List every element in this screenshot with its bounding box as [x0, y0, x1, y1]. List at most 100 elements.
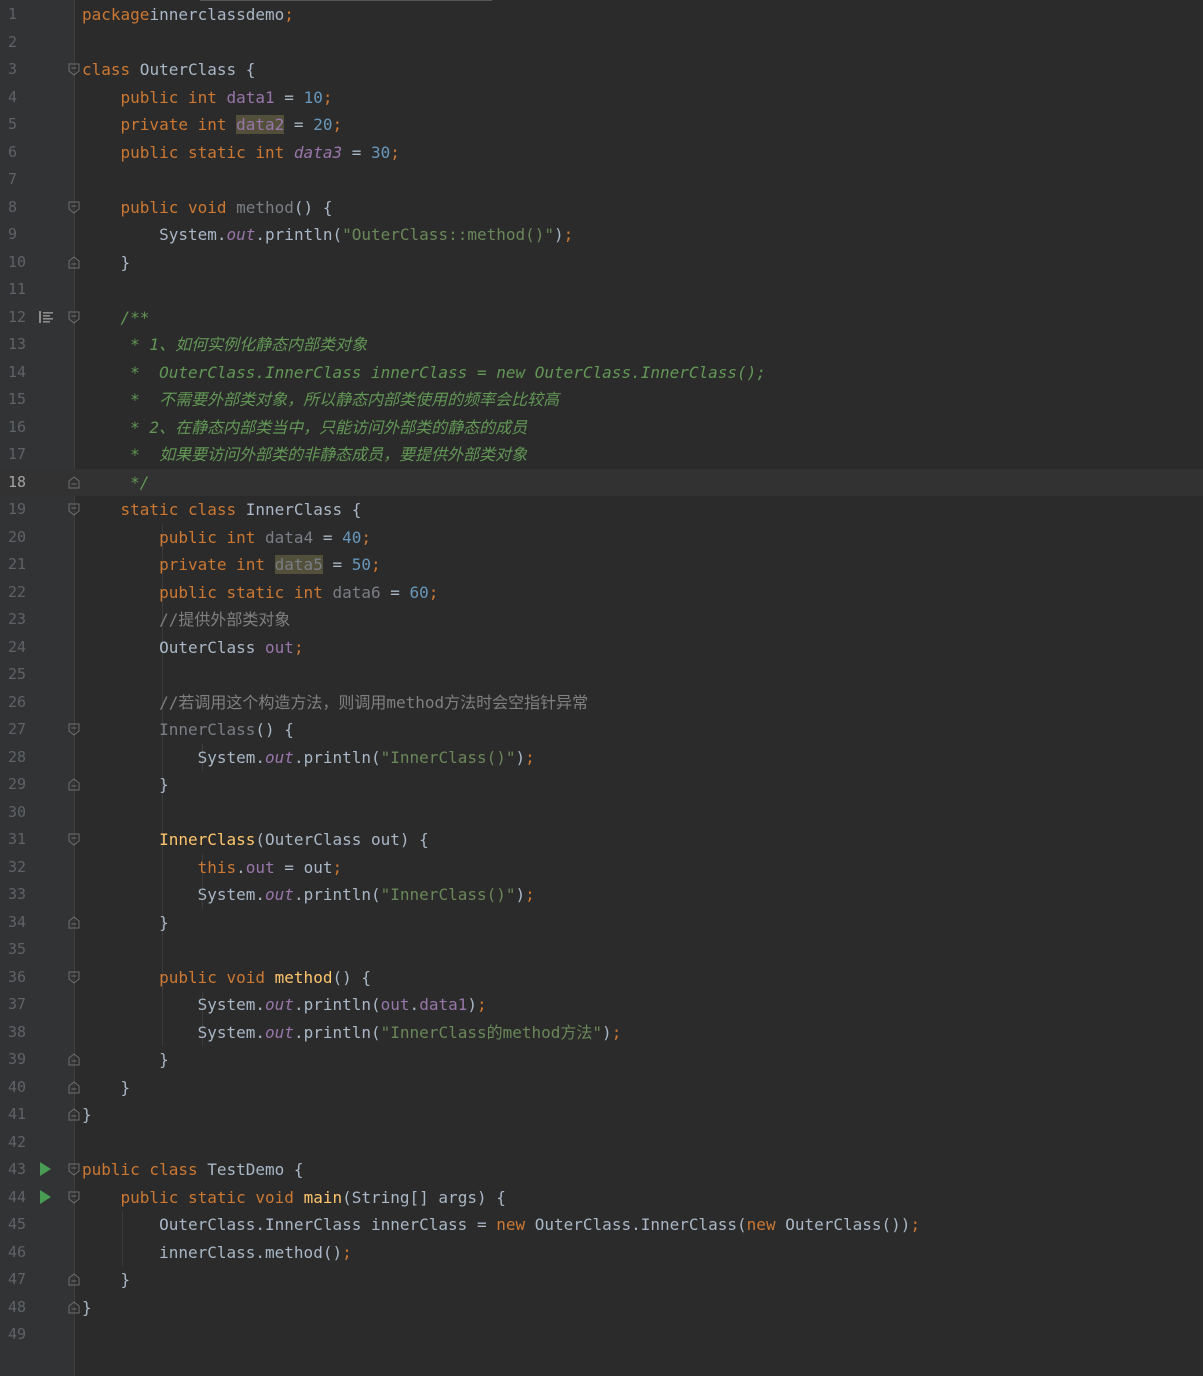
code-line[interactable]: 48} — [0, 1294, 1203, 1322]
code-text[interactable]: } — [82, 771, 169, 799]
line-number[interactable]: 17 — [8, 441, 32, 469]
code-line[interactable]: 45 OuterClass.InnerClass innerClass = ne… — [0, 1211, 1203, 1239]
code-text[interactable]: System.out.println("InnerClass()"); — [82, 881, 535, 909]
code-text[interactable]: System.out.println(out.data1); — [82, 991, 487, 1019]
code-line[interactable]: 24 OuterClass out; — [0, 634, 1203, 662]
code-text[interactable]: * 不需要外部类对象，所以静态内部类使用的频率会比较高 — [82, 386, 559, 414]
fold-end-icon[interactable] — [68, 1053, 80, 1066]
code-text[interactable]: } — [82, 1294, 92, 1322]
code-text[interactable]: } — [82, 1074, 131, 1102]
line-number[interactable]: 43 — [8, 1156, 32, 1184]
line-number[interactable]: 42 — [8, 1129, 32, 1157]
code-text[interactable]: public static int data6 = 60; — [82, 579, 438, 607]
code-line[interactable]: 43 public class TestDemo { — [0, 1156, 1203, 1184]
code-text[interactable]: innerClass.method(); — [82, 1239, 352, 1267]
line-number[interactable]: 11 — [8, 276, 32, 304]
code-line[interactable]: 20 public int data4 = 40; — [0, 524, 1203, 552]
code-text[interactable]: } — [82, 1046, 169, 1074]
fold-end-icon[interactable] — [68, 1080, 80, 1094]
line-number[interactable]: 37 — [8, 991, 32, 1019]
code-line[interactable]: 32 this.out = out; — [0, 854, 1203, 882]
line-number[interactable]: 19 — [8, 496, 32, 524]
fold-end-icon[interactable] — [68, 255, 80, 269]
code-line[interactable]: 41} — [0, 1101, 1203, 1129]
fold-collapse-icon[interactable] — [68, 63, 80, 76]
code-line[interactable]: 16 * 2、在静态内部类当中，只能访问外部类的静态的成员 — [0, 414, 1203, 442]
code-text[interactable]: InnerClass(OuterClass out) { — [82, 826, 429, 854]
code-line[interactable]: 21 private int data5 = 50; — [0, 551, 1203, 579]
code-line[interactable]: 4 public int data1 = 10; — [0, 84, 1203, 112]
line-number[interactable]: 36 — [8, 964, 32, 992]
code-line[interactable]: 5 private int data2 = 20; — [0, 111, 1203, 139]
fold-collapse-icon[interactable] — [68, 723, 80, 736]
line-number[interactable]: 27 — [8, 716, 32, 744]
line-number[interactable]: 10 — [8, 249, 32, 277]
code-text[interactable]: /** — [82, 304, 150, 332]
code-text[interactable]: */ — [82, 469, 149, 497]
code-text[interactable]: public int data1 = 10; — [82, 84, 333, 112]
fold-end-icon[interactable] — [68, 778, 80, 791]
code-text[interactable]: } — [82, 249, 131, 277]
line-number[interactable]: 7 — [8, 166, 32, 194]
line-number[interactable]: 9 — [8, 221, 32, 249]
line-number[interactable]: 1 — [8, 1, 32, 29]
code-text[interactable]: OuterClass.InnerClass innerClass = new O… — [82, 1211, 920, 1239]
code-text[interactable]: public class TestDemo { — [82, 1156, 304, 1184]
code-text[interactable]: OuterClass out; — [82, 634, 304, 662]
code-line[interactable]: 11 — [0, 276, 1203, 304]
code-line[interactable]: 1 packageinnerclassdemo; — [0, 1, 1203, 29]
code-line[interactable]: 26 //若调用这个构造方法，则调用method方法时会空指针异常 — [0, 689, 1203, 717]
code-line[interactable]: 2 — [0, 29, 1203, 57]
code-line[interactable]: 22 public static int data6 = 60; — [0, 579, 1203, 607]
line-number[interactable]: 48 — [8, 1294, 32, 1322]
code-text[interactable]: System.out.println("InnerClass()"); — [82, 744, 535, 772]
code-text[interactable]: System.out.println("OuterClass::method()… — [82, 221, 573, 249]
fold-end-icon[interactable] — [68, 915, 80, 929]
code-line[interactable]: 40 } — [0, 1074, 1203, 1102]
run-icon[interactable] — [39, 1162, 53, 1176]
line-number[interactable]: 41 — [8, 1101, 32, 1129]
line-number[interactable]: 14 — [8, 359, 32, 387]
line-number[interactable]: 13 — [8, 331, 32, 359]
code-text[interactable]: } — [82, 909, 169, 937]
code-line[interactable]: 33 System.out.println("InnerClass()"); — [0, 881, 1203, 909]
code-line[interactable]: 23 //提供外部类对象 — [0, 606, 1203, 634]
fold-collapse-icon[interactable] — [68, 971, 80, 984]
render-doc-icon[interactable] — [39, 310, 53, 324]
code-text[interactable]: * OuterClass.InnerClass innerClass = new… — [82, 359, 766, 387]
fold-collapse-icon[interactable] — [68, 201, 80, 214]
code-line[interactable]: 9 System.out.println("OuterClass::method… — [0, 221, 1203, 249]
code-text[interactable]: this.out = out; — [82, 854, 343, 882]
line-number[interactable]: 6 — [8, 139, 32, 167]
line-number[interactable]: 2 — [8, 29, 32, 57]
line-number[interactable]: 28 — [8, 744, 32, 772]
code-text[interactable]: public int data4 = 40; — [82, 524, 371, 552]
code-text[interactable]: * 2、在静态内部类当中，只能访问外部类的静态的成员 — [82, 414, 527, 442]
code-text[interactable]: public void method() { — [82, 194, 333, 222]
code-line[interactable]: 10 } — [0, 249, 1203, 277]
line-number[interactable]: 40 — [8, 1074, 32, 1102]
code-text[interactable]: public static int data3 = 30; — [82, 139, 400, 167]
fold-end-icon[interactable] — [68, 1273, 80, 1286]
line-number[interactable]: 25 — [8, 661, 32, 689]
code-text[interactable]: * 1、如何实例化静态内部类对象 — [82, 331, 367, 359]
line-number[interactable]: 38 — [8, 1019, 32, 1047]
line-number[interactable]: 23 — [8, 606, 32, 634]
line-number[interactable]: 32 — [8, 854, 32, 882]
code-text[interactable]: private int data5 = 50; — [82, 551, 381, 579]
code-text[interactable]: packageinnerclassdemo; — [82, 1, 294, 29]
fold-end-icon[interactable] — [68, 1108, 80, 1121]
code-text[interactable]: public static void main(String[] args) { — [82, 1184, 506, 1212]
code-text[interactable]: } — [82, 1101, 92, 1129]
line-number[interactable]: 21 — [8, 551, 32, 579]
code-line[interactable]: 6 public static int data3 = 30; — [0, 139, 1203, 167]
code-line[interactable]: 3 class OuterClass { — [0, 56, 1203, 84]
code-line[interactable]: 25 — [0, 661, 1203, 689]
line-number[interactable]: 30 — [8, 799, 32, 827]
code-line[interactable]: 37 System.out.println(out.data1); — [0, 991, 1203, 1019]
code-text[interactable]: class OuterClass { — [82, 56, 255, 84]
code-line[interactable]: 18 */ — [0, 468, 1203, 497]
code-line[interactable]: 13 * 1、如何实例化静态内部类对象 — [0, 331, 1203, 359]
code-line[interactable]: 14 * OuterClass.InnerClass innerClass = … — [0, 359, 1203, 387]
code-line[interactable]: 31 InnerClass(OuterClass out) { — [0, 826, 1203, 854]
